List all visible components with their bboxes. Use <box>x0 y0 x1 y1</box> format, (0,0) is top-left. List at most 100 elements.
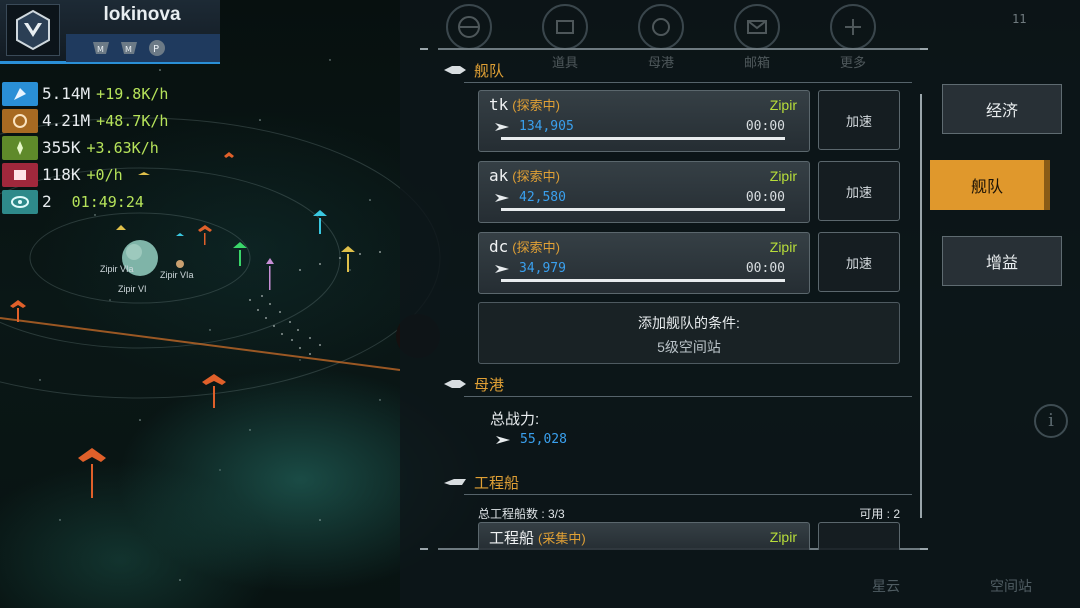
planet-label[interactable]: Zipir VI <box>118 284 147 294</box>
ore-amount: 4.21M <box>42 111 91 130</box>
fleet-status: (探索中) <box>512 240 560 255</box>
home-port-icon <box>638 4 684 50</box>
items-icon <box>542 4 588 50</box>
eye-amount: 2 <box>42 192 52 211</box>
nav-space-station[interactable]: 空间站 <box>990 576 1032 596</box>
player-emblem-icon <box>16 9 50 51</box>
fleet-section-header: 舰队 <box>444 58 504 82</box>
player-name: lokinova <box>103 4 181 25</box>
fleet-location[interactable]: Zipir <box>770 239 797 255</box>
section-divider <box>464 396 912 397</box>
speed-up-button[interactable]: 加速 <box>818 232 900 292</box>
crystal-rate: +19.8K/h <box>96 84 169 103</box>
fleet-timer: 00:00 <box>745 190 785 205</box>
crystal-amount: 5.14M <box>42 84 91 103</box>
fleet-ship-icon <box>495 123 509 131</box>
resource-row-gas[interactable]: 355K +3.63K/h <box>0 134 168 161</box>
engineering-speed-button[interactable] <box>818 522 900 550</box>
cargo-amount: 118K <box>42 165 81 184</box>
fleet-progress-bar <box>501 137 785 140</box>
gas-amount: 355K <box>42 138 81 157</box>
section-divider <box>464 494 912 495</box>
add-fleet-conditions: 添加舰队的条件: 5级空间站 <box>478 302 900 364</box>
fleet-location[interactable]: Zipir <box>770 168 797 184</box>
fleet-name: ak <box>489 166 509 185</box>
tab-fleet[interactable]: 舰队 <box>930 160 1050 210</box>
engineering-ship-card[interactable]: 工程船 (采集中) Zipir <box>478 522 810 550</box>
engineering-ship-count: 总工程船数 : 3/3 <box>478 507 565 521</box>
tab-buffs[interactable]: 增益 <box>942 236 1062 286</box>
tab-economy[interactable]: 经济 <box>942 84 1062 134</box>
resource-row-eye[interactable]: 2 01:49:24 <box>0 188 168 215</box>
p-badge-icon[interactable]: P <box>146 37 168 59</box>
total-power-label: 总战力: <box>490 411 540 428</box>
fleet-power: 42,580 <box>519 190 566 205</box>
resource-row-crystal[interactable]: 5.14M +19.8K/h <box>0 80 168 107</box>
engineering-ship-name: 工程船 <box>489 530 535 547</box>
engineering-ship-status: (采集中) <box>538 531 586 546</box>
svg-text:M: M <box>97 45 104 54</box>
fleet-status: (探索中) <box>512 169 560 184</box>
panel-corner-tick <box>920 48 928 50</box>
nav-item-globe[interactable] <box>434 4 504 52</box>
fleet-status: (探索中) <box>512 98 560 113</box>
fleet-card-ak[interactable]: ak (探索中) Zipir 42,580 00:00 <box>478 161 810 223</box>
engineering-section-title: 工程船 <box>474 474 520 492</box>
rank-m-badge-2-icon[interactable]: M <box>118 37 140 59</box>
fleet-ship-icon <box>495 265 509 273</box>
fleet-name-row: tk (探索中) <box>489 95 560 114</box>
fleet-timer: 00:00 <box>745 261 785 276</box>
fleet-location[interactable]: Zipir <box>770 97 797 113</box>
fleet-name-row: ak (探索中) <box>489 166 560 185</box>
rank-m-badge-icon[interactable]: M <box>90 37 112 59</box>
fleet-name: dc <box>489 237 509 256</box>
cargo-rate: +0/h <box>86 165 123 184</box>
nav-nebula[interactable]: 星云 <box>872 576 900 596</box>
fleet-power: 34,979 <box>519 261 566 276</box>
fleet-timer: 00:00 <box>745 119 785 134</box>
player-header: lokinova M M P <box>0 0 220 64</box>
ship-section-icon <box>444 66 466 74</box>
panel-corner-tick <box>920 548 928 550</box>
engineering-ship-name-row: 工程船 (采集中) <box>489 527 586 548</box>
add-fleet-condition: 5级空间站 <box>657 339 721 355</box>
cargo-icon <box>2 162 38 187</box>
more-icon <box>830 4 876 50</box>
fleet-progress-bar <box>501 279 785 282</box>
planet-label[interactable]: Zipir VIa <box>100 264 134 274</box>
engineering-ship-location[interactable]: Zipir <box>770 529 797 545</box>
fleet-progress-bar <box>501 208 785 211</box>
fleet-ship-icon <box>495 194 509 202</box>
globe-icon <box>446 4 492 50</box>
gas-icon <box>2 135 38 160</box>
fleet-section-title: 舰队 <box>474 62 505 80</box>
eye-icon <box>2 189 38 214</box>
panel-corner-tick <box>420 548 428 550</box>
ore-rate: +48.7K/h <box>96 111 169 130</box>
gas-rate: +3.63K/h <box>86 138 159 157</box>
ore-icon <box>2 108 38 133</box>
home-port-section-header: 母港 <box>444 372 504 396</box>
engineering-ship-icon <box>444 479 466 485</box>
speed-up-button[interactable]: 加速 <box>818 90 900 150</box>
fleet-power: 134,905 <box>519 119 574 134</box>
player-avatar[interactable] <box>6 4 60 56</box>
planet-label[interactable]: Zipir VIa <box>160 270 194 280</box>
svg-text:M: M <box>125 45 132 54</box>
corner-count: 11 <box>1012 12 1027 26</box>
info-icon[interactable]: i <box>1034 404 1068 438</box>
panel-scrollbar[interactable] <box>920 94 922 518</box>
player-badges: M M P <box>66 34 220 62</box>
resource-row-ore[interactable]: 4.21M +48.7K/h <box>0 107 168 134</box>
crystal-icon <box>2 81 38 106</box>
engineering-section-header: 工程船 <box>444 470 519 494</box>
add-fleet-title: 添加舰队的条件: <box>638 315 740 331</box>
resource-row-cargo[interactable]: 118K +0/h <box>0 161 168 188</box>
fleet-panel: 舰队 tk (探索中) Zipir 134,905 00:00 加速 ak (探索中… <box>420 48 928 550</box>
ship-section-icon <box>444 380 466 388</box>
speed-up-button[interactable]: 加速 <box>818 161 900 221</box>
fleet-card-dc[interactable]: dc (探索中) Zipir 34,979 00:00 <box>478 232 810 294</box>
panel-corner-tick <box>420 48 428 50</box>
svg-text:P: P <box>153 44 159 55</box>
fleet-card-tk[interactable]: tk (探索中) Zipir 134,905 00:00 <box>478 90 810 152</box>
